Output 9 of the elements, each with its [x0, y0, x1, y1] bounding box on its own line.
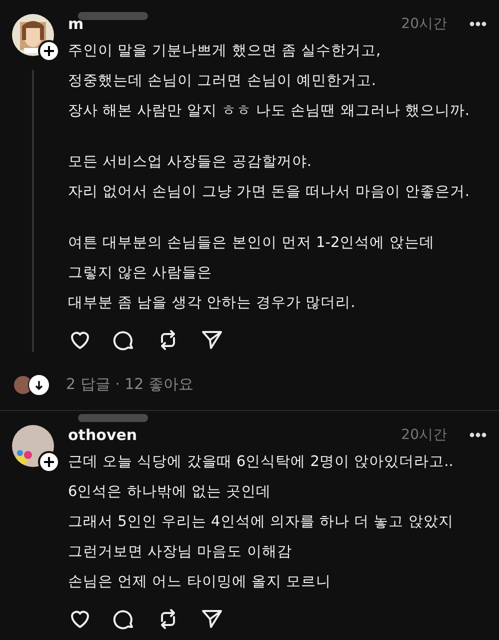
- post-time: 20시간: [401, 426, 447, 444]
- replies-count[interactable]: 2 답글 · 12 좋아요: [66, 374, 194, 394]
- username[interactable]: m: [68, 15, 84, 33]
- post-paragraph: 여튼 대부분의 손님들은 본인이 먼저 1-2인석에 앉는데 그렇지 않은 사람들은 대부분 좀 남을 생각 안하는 경우가 많더리.: [68, 234, 436, 313]
- post-paragraph: 주인이 말을 기분나쁘게 했으면 좀 실수한거고, 정중했는데 손님이 그러면 손님이 예민한거고. 장사 해본 사람만 알지 ㅎㅎ 나도 손님땐 왜그러나 했으니까.: [68, 42, 470, 121]
- post-paragraph: 모든 서비스업 사장들은 공감할꺼야. 자리 없어서 손님이 그냥 가면 돈을 떠나서 마음이 안좋은거.: [68, 153, 470, 202]
- post-time: 20시간: [401, 15, 447, 33]
- username[interactable]: othoven: [68, 426, 138, 444]
- post-paragraph: 근데 오늘 식당에 갔을때 6인식탁에 2명이 앉아있더라고.. 6인석은 하나밖에 없는 곳인데 그래서 5인인 우리는 4인석에 의자를 하나 더 놓고 앉았지 그런거보면 사장님 마음도 이해감 손님은 언제 어느 타이밍에 올지 모르니: [68, 453, 454, 592]
